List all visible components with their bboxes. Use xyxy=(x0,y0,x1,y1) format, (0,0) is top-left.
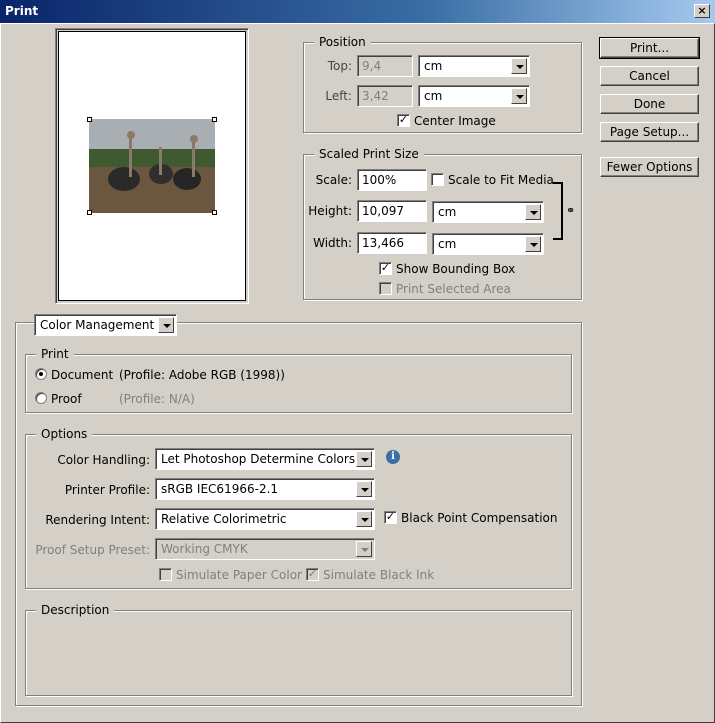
proof-label: Proof xyxy=(51,392,82,406)
height-label: Height: xyxy=(308,204,352,218)
left-unit-value: cm xyxy=(424,89,443,103)
cancel-button[interactable]: Cancel xyxy=(600,66,699,86)
show-bounding-box-checkbox[interactable]: ✓ xyxy=(379,262,392,275)
color-handling-value: Let Photoshop Determine Colors xyxy=(161,452,356,466)
chevron-down-icon xyxy=(525,204,541,220)
rendering-intent-select[interactable]: Relative Colorimetric xyxy=(155,508,375,530)
black-point-label: Black Point Compensation xyxy=(401,511,558,525)
chevron-down-icon xyxy=(511,88,527,104)
print-selected-area-label: Print Selected Area xyxy=(396,282,511,296)
close-icon[interactable]: × xyxy=(694,4,710,18)
rendering-intent-label: Rendering Intent: xyxy=(45,513,150,527)
printer-profile-value: sRGB IEC61966-2.1 xyxy=(161,482,279,496)
proof-radio[interactable] xyxy=(35,392,47,404)
top-unit-select[interactable]: cm xyxy=(418,55,530,77)
black-point-checkbox[interactable]: ✓ xyxy=(384,511,397,524)
options-legend: Options xyxy=(36,427,93,441)
bbox-handle[interactable] xyxy=(212,210,217,215)
left-unit-select[interactable]: cm xyxy=(418,85,530,107)
top-input[interactable]: 9,4 xyxy=(357,55,413,77)
printer-profile-label: Printer Profile: xyxy=(64,483,150,497)
rendering-intent-value: Relative Colorimetric xyxy=(161,512,287,526)
done-button[interactable]: Done xyxy=(600,94,699,114)
position-legend: Position xyxy=(314,35,371,49)
ostrich-photo-icon xyxy=(89,119,215,213)
document-profile: (Profile: Adobe RGB (1998)) xyxy=(119,368,285,382)
print-button[interactable]: Print... xyxy=(599,37,700,59)
center-image-label: Center Image xyxy=(414,114,496,128)
simulate-paper-label: Simulate Paper Color xyxy=(176,568,302,582)
scale-label: Scale: xyxy=(315,173,352,187)
proof-setup-select: Working CMYK xyxy=(155,538,375,560)
description-legend: Description xyxy=(36,603,115,617)
left-label: Left: xyxy=(325,89,352,103)
chevron-down-icon xyxy=(356,511,372,527)
simulate-paper-checkbox xyxy=(159,568,172,581)
chevron-down-icon xyxy=(525,236,541,252)
simulate-black-label: Simulate Black Ink xyxy=(323,568,435,582)
chevron-down-icon xyxy=(356,541,372,557)
top-unit-value: cm xyxy=(424,59,443,73)
chevron-down-icon xyxy=(511,58,527,74)
scale-input[interactable]: 100% xyxy=(357,169,427,191)
print-source-group: Print xyxy=(25,347,572,413)
fewer-options-button[interactable]: Fewer Options xyxy=(600,157,699,177)
mode-select-value: Color Management xyxy=(40,318,155,332)
info-icon[interactable]: i xyxy=(386,450,400,464)
proof-profile: (Profile: N/A) xyxy=(119,392,195,406)
description-group: Description xyxy=(25,603,572,696)
center-image-checkbox[interactable]: ✓ xyxy=(397,114,410,127)
height-unit-value: cm xyxy=(438,205,457,219)
show-bounding-box-label: Show Bounding Box xyxy=(396,262,516,276)
scaled-legend: Scaled Print Size xyxy=(314,147,424,161)
bbox-handle[interactable] xyxy=(212,117,217,122)
bbox-handle[interactable] xyxy=(87,210,92,215)
print-selected-area-checkbox xyxy=(379,282,392,295)
color-handling-label: Color Handling: xyxy=(57,453,150,467)
proof-setup-value: Working CMYK xyxy=(161,542,248,556)
document-radio[interactable] xyxy=(35,368,47,380)
link-icon: ⚭ xyxy=(566,204,576,217)
constrain-bracket xyxy=(553,182,563,240)
width-unit-select[interactable]: cm xyxy=(432,233,544,255)
preview-image[interactable] xyxy=(89,119,215,213)
top-label: Top: xyxy=(327,59,352,73)
width-unit-value: cm xyxy=(438,237,457,251)
page-setup-button[interactable]: Page Setup... xyxy=(600,122,699,142)
scale-to-fit-checkbox[interactable] xyxy=(431,173,444,186)
bbox-handle[interactable] xyxy=(87,117,92,122)
height-unit-select[interactable]: cm xyxy=(432,201,544,223)
document-label: Document xyxy=(51,368,114,382)
mode-select[interactable]: Color Management xyxy=(34,314,177,336)
printer-profile-select[interactable]: sRGB IEC61966-2.1 xyxy=(155,478,375,500)
window-title: Print xyxy=(5,4,39,18)
width-label: Width: xyxy=(313,236,352,250)
chevron-down-icon xyxy=(158,317,174,333)
proof-setup-label: Proof Setup Preset: xyxy=(35,543,150,557)
chevron-down-icon xyxy=(356,481,372,497)
height-input[interactable]: 10,097 xyxy=(357,200,427,222)
color-handling-select[interactable]: Let Photoshop Determine Colors xyxy=(155,448,375,470)
chevron-down-icon xyxy=(356,451,372,467)
print-source-legend: Print xyxy=(36,347,74,361)
simulate-black-checkbox: ✓ xyxy=(306,567,319,581)
width-input[interactable]: 13,466 xyxy=(357,232,427,254)
left-input[interactable]: 3,42 xyxy=(357,85,413,107)
title-bar: Print × xyxy=(0,0,715,23)
scale-to-fit-label: Scale to Fit Media xyxy=(448,173,554,187)
